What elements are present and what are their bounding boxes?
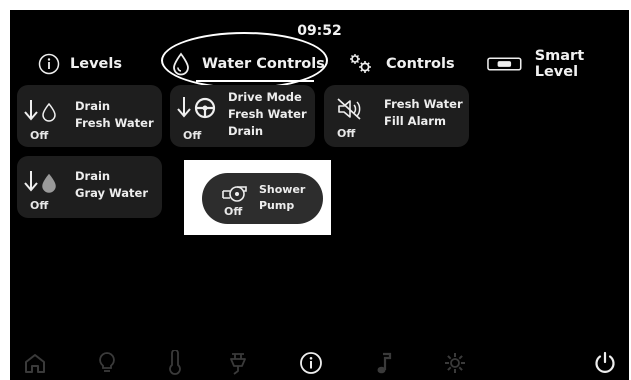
control-label-line: Drain: [75, 169, 111, 183]
tab-label: Controls: [386, 56, 455, 72]
tab-label: Smart Level: [534, 48, 585, 80]
lightbulb-icon: [99, 352, 115, 372]
control-label: Shower Pump: [259, 182, 305, 214]
tab-smart-level[interactable]: Smart Level: [487, 48, 629, 80]
tab-underline: [196, 80, 314, 82]
tab-label: Water Controls: [202, 56, 325, 72]
alarm-muted-icon: [337, 98, 361, 120]
shower-pump-button[interactable]: Off Shower Pump: [202, 173, 323, 224]
drain-gray-water-button[interactable]: Off Drain Gray Water: [17, 156, 162, 218]
nav-audio[interactable]: [369, 350, 399, 376]
app-screen: 09:52 Levels Water Controls Controls Sma…: [10, 10, 629, 380]
state-label: Off: [224, 205, 243, 218]
settings-icon: [445, 353, 465, 373]
control-label-line: Fresh Water: [75, 116, 154, 130]
nav-climate[interactable]: [160, 350, 190, 376]
nav-power-off[interactable]: [590, 350, 620, 376]
state-label: Off: [30, 199, 49, 212]
drive-mode-drain-icon: [177, 97, 216, 119]
drain-gray-water-icon: [24, 171, 56, 193]
control-label: Drive Mode Fresh Water Drain: [228, 89, 307, 140]
control-label: Drain Gray Water: [75, 168, 148, 202]
control-label-line: Drain: [228, 124, 264, 138]
state-label: Off: [30, 129, 49, 142]
power-plug-icon: [230, 353, 246, 375]
control-label-line: Pump: [259, 199, 295, 212]
state-label: Off: [337, 127, 356, 140]
control-label-line: Fresh Water: [384, 97, 463, 111]
nav-lighting[interactable]: [92, 350, 122, 376]
drain-fresh-water-icon: [24, 100, 56, 122]
home-icon: [25, 354, 45, 373]
water-drop-icon: [173, 52, 189, 76]
control-label-line: Fresh Water: [228, 107, 307, 121]
power-icon: [595, 351, 615, 373]
nav-settings[interactable]: [440, 350, 470, 376]
control-label: Fresh Water Fill Alarm: [384, 96, 463, 130]
control-label-line: Drain: [75, 99, 111, 113]
drain-fresh-water-button[interactable]: Off Drain Fresh Water: [17, 85, 162, 147]
control-label-line: Gray Water: [75, 186, 149, 200]
state-label: Off: [183, 129, 202, 142]
fresh-water-fill-alarm-button[interactable]: Off Fresh Water Fill Alarm: [324, 85, 469, 147]
gears-icon: [350, 54, 371, 73]
drive-mode-fresh-water-drain-button[interactable]: Off Drive Mode Fresh Water Drain: [170, 85, 315, 147]
control-label: Drain Fresh Water: [75, 98, 154, 132]
music-note-icon: [377, 352, 392, 374]
nav-home[interactable]: [20, 350, 50, 376]
tab-label: Levels: [70, 56, 122, 72]
info-icon: [38, 53, 60, 75]
level-indicator-icon: [487, 57, 522, 71]
control-label-line: Shower: [259, 183, 306, 196]
control-label-line: Drive Mode: [228, 90, 302, 104]
info-icon: [300, 352, 322, 374]
tab-levels[interactable]: Levels: [38, 52, 122, 76]
clock: 09:52: [297, 23, 342, 39]
tab-controls[interactable]: Controls: [348, 52, 455, 76]
pump-icon: [222, 186, 247, 202]
nav-info[interactable]: [296, 350, 326, 376]
tab-water-controls[interactable]: Water Controls: [170, 52, 325, 76]
nav-power[interactable]: [223, 350, 253, 376]
control-label-line: Fill Alarm: [384, 114, 446, 128]
thermometer-icon: [169, 350, 181, 375]
